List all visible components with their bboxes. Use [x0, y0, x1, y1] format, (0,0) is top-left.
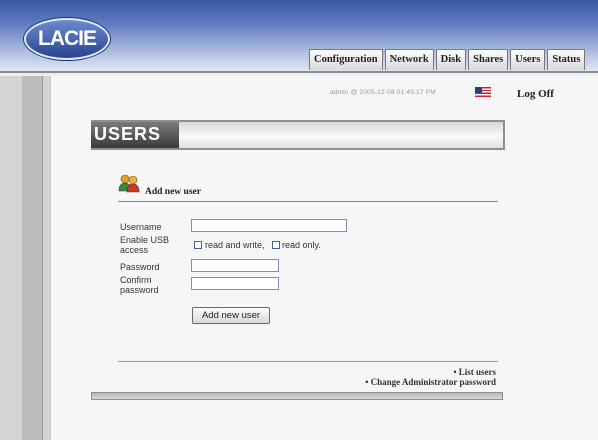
username-label: Username	[120, 222, 162, 232]
usb-access-label: Enable USB access	[120, 235, 170, 255]
sidebar-bar	[22, 76, 43, 440]
main-tabs: Configuration Network Disk Shares Users …	[309, 49, 587, 71]
add-new-user-button[interactable]: Add new user	[192, 307, 270, 324]
password-field[interactable]	[191, 259, 279, 272]
usb-read-write-label: read and write,	[205, 240, 265, 250]
tab-disk[interactable]: Disk	[435, 49, 467, 70]
password-label: Password	[120, 262, 160, 272]
section-title: Add new user	[145, 187, 201, 197]
footer-bar	[91, 392, 503, 400]
usb-read-only-label: read only.	[282, 240, 321, 250]
tab-configuration[interactable]: Configuration	[309, 49, 383, 70]
change-admin-password-link[interactable]: • Change Administrator password	[365, 377, 496, 387]
tab-network[interactable]: Network	[384, 49, 434, 70]
tab-users[interactable]: Users	[510, 49, 546, 70]
confirm-password-label: Confirm password	[120, 275, 159, 295]
section-divider	[118, 201, 498, 202]
tab-shares[interactable]: Shares	[468, 49, 509, 70]
username-field[interactable]	[191, 219, 347, 232]
tab-status[interactable]: Status	[547, 49, 586, 70]
page-title: USERS	[94, 124, 162, 144]
confirm-password-field[interactable]	[191, 277, 279, 290]
list-users-link[interactable]: • List users	[453, 367, 496, 377]
bottom-divider	[118, 361, 498, 362]
us-flag-icon[interactable]	[475, 87, 491, 97]
usb-read-only-checkbox[interactable]	[272, 241, 280, 249]
session-status: admin @ 2005-12-08 01:45:17 PM	[330, 89, 436, 96]
lacie-logo: LACIE	[24, 18, 110, 60]
usb-read-write-checkbox[interactable]	[194, 241, 202, 249]
tab-divider	[0, 71, 598, 73]
header-banner: LACIE Configuration Network Disk Shares …	[0, 0, 598, 76]
logoff-link[interactable]: Log Off	[517, 88, 554, 100]
users-icon	[118, 174, 140, 193]
